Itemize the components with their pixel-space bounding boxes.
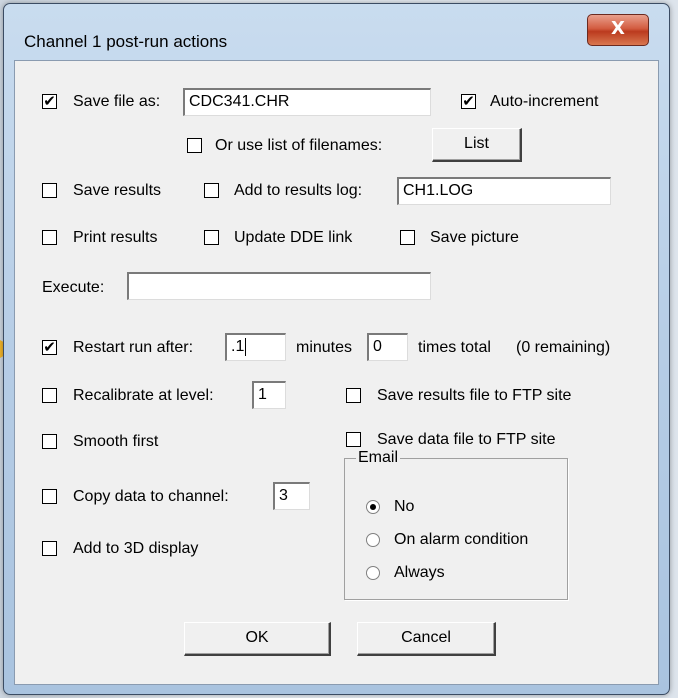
list-button[interactable]: List <box>432 128 522 162</box>
copy-data-checkbox[interactable] <box>42 489 57 504</box>
save-picture-checkbox[interactable] <box>400 230 415 245</box>
email-radio-always[interactable] <box>366 566 380 580</box>
ok-button[interactable]: OK <box>184 622 331 656</box>
recalibrate-checkbox[interactable] <box>42 388 57 403</box>
copy-data-label: Copy data to channel: <box>73 488 229 505</box>
use-list-checkbox[interactable] <box>187 138 202 153</box>
restart-minutes-value: .1 <box>231 338 245 355</box>
add-to-log-checkbox[interactable] <box>204 183 219 198</box>
add-to-log-label: Add to results log: <box>234 182 363 199</box>
update-dde-label: Update DDE link <box>234 229 353 246</box>
restart-minutes-input[interactable]: .1 <box>225 333 286 361</box>
ftp-results-checkbox[interactable] <box>346 388 361 403</box>
ftp-data-checkbox[interactable] <box>346 432 361 447</box>
save-file-label: Save file as: <box>73 93 161 110</box>
ftp-results-label: Save results file to FTP site <box>377 387 572 404</box>
add-3d-checkbox[interactable] <box>42 541 57 556</box>
email-groupbox <box>344 458 568 600</box>
use-list-label: Or use list of filenames: <box>215 137 383 154</box>
execute-label: Execute: <box>42 279 105 296</box>
save-picture-label: Save picture <box>430 229 519 246</box>
smooth-first-label: Smooth first <box>73 433 159 450</box>
save-file-checkbox[interactable]: ✔ <box>42 94 57 109</box>
recalibrate-level-input[interactable]: 1 <box>252 381 286 409</box>
results-log-input[interactable]: CH1.LOG <box>397 177 611 205</box>
save-results-checkbox[interactable] <box>42 183 57 198</box>
copy-channel-input[interactable]: 3 <box>273 482 310 510</box>
restart-run-checkbox[interactable]: ✔ <box>42 340 57 355</box>
add-3d-label: Add to 3D display <box>73 540 199 557</box>
save-results-label: Save results <box>73 182 162 199</box>
execute-input[interactable] <box>127 272 431 300</box>
print-results-checkbox[interactable] <box>42 230 57 245</box>
remaining-count-label: (0 remaining) <box>516 339 611 356</box>
cancel-button[interactable]: Cancel <box>357 622 496 656</box>
update-dde-checkbox[interactable] <box>204 230 219 245</box>
email-option-always-label: Always <box>394 564 445 581</box>
email-group-legend: Email <box>356 448 401 468</box>
radio-selected-dot <box>370 504 376 510</box>
print-results-label: Print results <box>73 229 158 246</box>
email-option-no-label: No <box>394 498 415 515</box>
close-button[interactable]: X <box>587 14 649 46</box>
times-total-label: times total <box>418 339 491 356</box>
minutes-label: minutes <box>296 339 353 356</box>
text-caret <box>245 337 247 356</box>
auto-increment-label: Auto-increment <box>490 93 599 110</box>
email-option-alarm-label: On alarm condition <box>394 531 529 548</box>
restart-times-input[interactable]: 0 <box>367 333 408 361</box>
save-file-name-input[interactable]: CDC341.CHR <box>183 88 431 116</box>
restart-run-label: Restart run after: <box>73 339 194 356</box>
ftp-data-label: Save data file to FTP site <box>377 431 556 448</box>
email-radio-alarm[interactable] <box>366 533 380 547</box>
smooth-first-checkbox[interactable] <box>42 434 57 449</box>
email-radio-no[interactable] <box>366 500 380 514</box>
dialog-title: Channel 1 post-run actions <box>24 32 228 51</box>
auto-increment-checkbox[interactable]: ✔ <box>461 94 476 109</box>
recalibrate-label: Recalibrate at level: <box>73 387 214 404</box>
